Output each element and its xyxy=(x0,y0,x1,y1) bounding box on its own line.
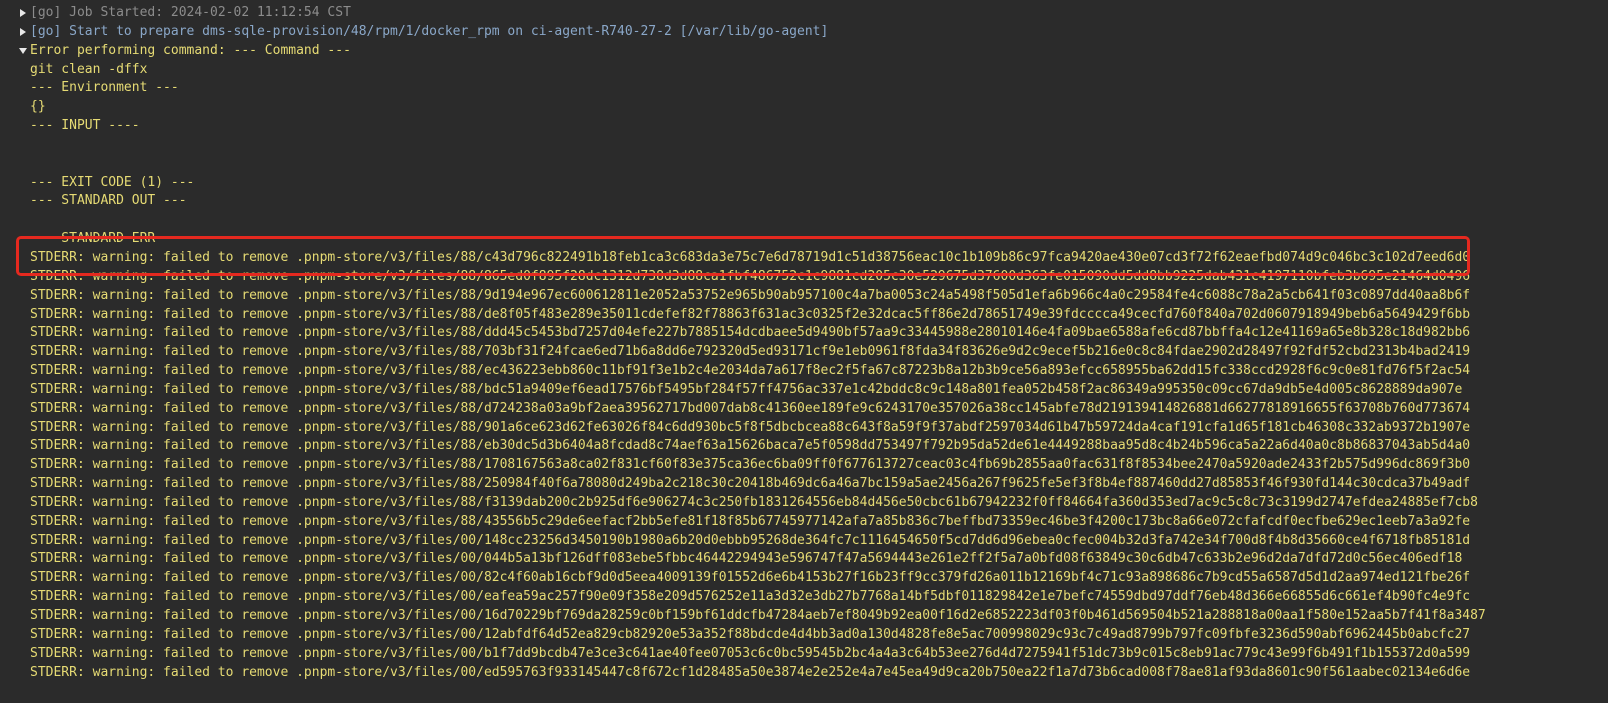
log-line: git clean -dffx xyxy=(30,61,148,77)
stderr-line: STDERR: warning: failed to remove .pnpm-… xyxy=(0,588,1608,607)
stderr-prefix: STDERR: warning: failed to remove xyxy=(30,344,297,360)
stderr-path: .pnpm-store/v3/files/00/12abfdf64d52ea82… xyxy=(296,626,1471,642)
stderr-line: STDERR: warning: failed to remove .pnpm-… xyxy=(0,381,1608,400)
log-line: --- Environment --- xyxy=(30,80,179,96)
stderr-prefix: STDERR: warning: failed to remove xyxy=(30,551,297,567)
stderr-path: .pnpm-store/v3/files/88/ddd45c5453bd7257… xyxy=(296,325,1471,341)
expand-down-icon[interactable] xyxy=(18,42,28,61)
stderr-path: .pnpm-store/v3/files/88/43556b5c29de6eef… xyxy=(296,513,1471,529)
stderr-line: STDERR: warning: failed to remove .pnpm-… xyxy=(0,664,1608,683)
stderr-line: STDERR: warning: failed to remove .pnpm-… xyxy=(0,437,1608,456)
stderr-path: .pnpm-store/v3/files/88/f3139dab200c2b92… xyxy=(296,494,1478,510)
stderr-path: .pnpm-store/v3/files/88/eb30dc5d3b6404a8… xyxy=(296,438,1471,454)
stderr-path: .pnpm-store/v3/files/88/de8f05f483e289e3… xyxy=(296,306,1471,322)
stderr-prefix: STDERR: warning: failed to remove xyxy=(30,363,297,379)
stderr-path: .pnpm-store/v3/files/00/148cc23256d34501… xyxy=(296,532,1471,548)
stderr-prefix: STDERR: warning: failed to remove xyxy=(30,268,297,284)
stderr-line: STDERR: warning: failed to remove .pnpm-… xyxy=(0,343,1608,362)
stderr-line: STDERR: warning: failed to remove .pnpm-… xyxy=(0,400,1608,419)
expand-right-icon[interactable] xyxy=(18,4,28,24)
log-line: --- STANDARD ERR --- xyxy=(30,231,187,247)
stderr-path: .pnpm-store/v3/files/88/1708167563a8ca02… xyxy=(296,457,1471,473)
stderr-path: .pnpm-store/v3/files/88/703bf31f24fcae6e… xyxy=(296,344,1471,360)
stderr-line: STDERR: warning: failed to remove .pnpm-… xyxy=(0,626,1608,645)
stderr-list: STDERR: warning: failed to remove .pnpm-… xyxy=(0,249,1608,682)
stderr-line: STDERR: warning: failed to remove .pnpm-… xyxy=(0,249,1608,268)
log-line: --- INPUT ---- xyxy=(30,118,140,134)
stderr-path: .pnpm-store/v3/files/00/16d70229bf769da2… xyxy=(296,608,1486,623)
expand-right-icon[interactable] xyxy=(18,23,28,43)
stderr-path: .pnpm-store/v3/files/00/044b5a13bf126dff… xyxy=(296,551,1463,567)
log-line: {} xyxy=(30,99,46,115)
stderr-prefix: STDERR: warning: failed to remove xyxy=(30,306,297,322)
log-line-text: [go] Start to prepare dms-sqle-provision… xyxy=(30,23,829,39)
log-line: --- EXIT CODE (1) --- xyxy=(30,174,195,190)
stderr-line: STDERR: warning: failed to remove .pnpm-… xyxy=(0,324,1608,343)
stderr-prefix: STDERR: warning: failed to remove xyxy=(30,438,297,454)
stderr-prefix: STDERR: warning: failed to remove xyxy=(30,532,297,548)
stderr-line: STDERR: warning: failed to remove .pnpm-… xyxy=(0,306,1608,325)
stderr-prefix: STDERR: warning: failed to remove xyxy=(30,419,297,435)
stderr-path: .pnpm-store/v3/files/88/9d194e967ec60061… xyxy=(296,287,1471,303)
stderr-prefix: STDERR: warning: failed to remove xyxy=(30,589,297,605)
stderr-prefix: STDERR: warning: failed to remove xyxy=(30,325,297,341)
stderr-path: .pnpm-store/v3/files/88/ec436223ebb860c1… xyxy=(296,363,1471,379)
stderr-path: .pnpm-store/v3/files/88/865ed0f895f28dc1… xyxy=(296,268,1471,284)
stderr-path: .pnpm-store/v3/files/88/c43d796c822491b1… xyxy=(296,249,1471,265)
stderr-line: STDERR: warning: failed to remove .pnpm-… xyxy=(0,362,1608,381)
stderr-prefix: STDERR: warning: failed to remove xyxy=(30,570,297,586)
log-header-line[interactable]: [go] Job Started: 2024-02-02 11:12:54 CS… xyxy=(0,4,1608,23)
stderr-line: STDERR: warning: failed to remove .pnpm-… xyxy=(0,513,1608,532)
log-header: [go] Job Started: 2024-02-02 11:12:54 CS… xyxy=(0,4,1608,61)
stderr-prefix: STDERR: warning: failed to remove xyxy=(30,457,297,473)
stderr-path: .pnpm-store/v3/files/88/901a6ce623d62fe6… xyxy=(296,419,1471,435)
stderr-path: .pnpm-store/v3/files/00/82c4f60ab16cbf9d… xyxy=(296,570,1471,586)
stderr-line: STDERR: warning: failed to remove .pnpm-… xyxy=(0,645,1608,664)
stderr-path: .pnpm-store/v3/files/00/ed595763f9331454… xyxy=(296,664,1471,680)
stderr-path: .pnpm-store/v3/files/00/b1f7dd9bcdb47e3c… xyxy=(296,645,1471,661)
stderr-line: STDERR: warning: failed to remove .pnpm-… xyxy=(0,268,1608,287)
console-log: [go] Job Started: 2024-02-02 11:12:54 CS… xyxy=(0,0,1608,703)
log-body: git clean -dffx --- Environment --- {} --- … xyxy=(0,61,1608,249)
stderr-line: STDERR: warning: failed to remove .pnpm-… xyxy=(0,532,1608,551)
stderr-prefix: STDERR: warning: failed to remove xyxy=(30,645,297,661)
stderr-line: STDERR: warning: failed to remove .pnpm-… xyxy=(0,494,1608,513)
stderr-path: .pnpm-store/v3/files/88/250984f40f6a7808… xyxy=(296,476,1471,492)
stderr-prefix: STDERR: warning: failed to remove xyxy=(30,400,297,416)
stderr-prefix: STDERR: warning: failed to remove xyxy=(30,249,297,265)
log-line-text: [go] Job Started: 2024-02-02 11:12:54 CS… xyxy=(30,5,351,20)
stderr-line: STDERR: warning: failed to remove .pnpm-… xyxy=(0,419,1608,438)
log-header-line[interactable]: Error performing command: --- Command --… xyxy=(0,42,1608,61)
stderr-line: STDERR: warning: failed to remove .pnpm-… xyxy=(0,550,1608,569)
stderr-line: STDERR: warning: failed to remove .pnpm-… xyxy=(0,569,1608,588)
log-line-text: Error performing command: --- Command --… xyxy=(30,42,351,58)
stderr-prefix: STDERR: warning: failed to remove xyxy=(30,287,297,303)
stderr-prefix: STDERR: warning: failed to remove xyxy=(30,381,297,397)
stderr-prefix: STDERR: warning: failed to remove xyxy=(30,494,297,510)
log-line: --- STANDARD OUT --- xyxy=(30,193,187,209)
stderr-line: STDERR: warning: failed to remove .pnpm-… xyxy=(0,607,1608,626)
stderr-path: .pnpm-store/v3/files/00/eafea59ac257f90e… xyxy=(296,589,1471,605)
stderr-prefix: STDERR: warning: failed to remove xyxy=(30,664,297,680)
stderr-prefix: STDERR: warning: failed to remove xyxy=(30,608,297,623)
stderr-path: .pnpm-store/v3/files/88/bdc51a9409ef6ead… xyxy=(296,381,1463,397)
stderr-prefix: STDERR: warning: failed to remove xyxy=(30,476,297,492)
stderr-line: STDERR: warning: failed to remove .pnpm-… xyxy=(0,475,1608,494)
stderr-line: STDERR: warning: failed to remove .pnpm-… xyxy=(0,287,1608,306)
stderr-prefix: STDERR: warning: failed to remove xyxy=(30,513,297,529)
stderr-line: STDERR: warning: failed to remove .pnpm-… xyxy=(0,456,1608,475)
stderr-path: .pnpm-store/v3/files/88/d724238a03a9bf2a… xyxy=(296,400,1471,416)
stderr-prefix: STDERR: warning: failed to remove xyxy=(30,626,297,642)
log-header-line[interactable]: [go] Start to prepare dms-sqle-provision… xyxy=(0,23,1608,42)
